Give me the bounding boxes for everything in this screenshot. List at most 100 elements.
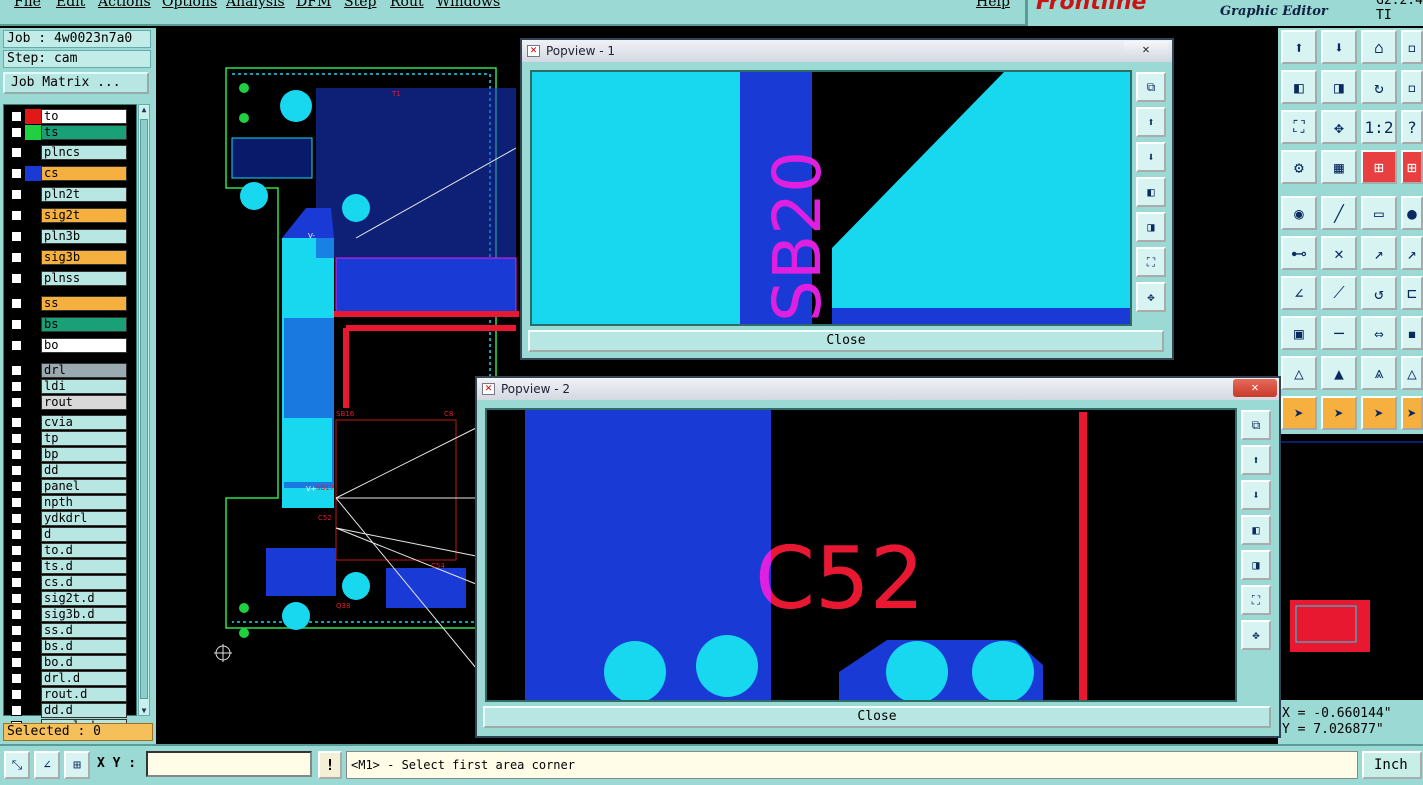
layer-row-bo-d[interactable]: bo.d xyxy=(7,655,127,670)
settings-icon[interactable]: ⚙ xyxy=(1281,150,1317,184)
layer-row-dd[interactable]: dd xyxy=(7,463,127,478)
layer-row-d[interactable]: d xyxy=(7,527,127,542)
menu-windows[interactable]: Windows xyxy=(436,0,500,10)
minus-icon[interactable]: ─ xyxy=(1321,316,1357,350)
layer-row-sig2t[interactable]: sig2t xyxy=(7,208,127,223)
popview-1-titlebar[interactable]: ✕ Popview - 1 xyxy=(522,40,1172,62)
layer-checkbox[interactable] xyxy=(11,465,22,476)
layer-checkbox[interactable] xyxy=(11,210,22,221)
units-button[interactable]: Inch xyxy=(1362,751,1422,779)
scroll-thumb[interactable] xyxy=(140,119,148,699)
angle-icon[interactable]: ∠ xyxy=(1281,276,1317,310)
layer-row-bs[interactable]: bs xyxy=(7,317,127,332)
layer-row-tp[interactable]: tp xyxy=(7,431,127,446)
home-icon[interactable]: ⌂ xyxy=(1361,30,1397,64)
rotate-icon[interactable]: ↺ xyxy=(1361,276,1397,310)
layer-row-to[interactable]: to xyxy=(7,109,127,124)
layer-row-ss[interactable]: ss xyxy=(7,296,127,311)
pv1-fit-icon[interactable]: ⛶ xyxy=(1136,247,1166,277)
layer-row-ts-d[interactable]: ts.d xyxy=(7,559,127,574)
grid-icon[interactable]: ▦ xyxy=(1321,150,1357,184)
slash-icon[interactable]: ⟋ xyxy=(1321,276,1357,310)
layer-checkbox[interactable] xyxy=(11,497,22,508)
popview-1-close-button[interactable]: Close xyxy=(528,330,1164,352)
popview-2-titlebar[interactable]: ✕ Popview - 2 xyxy=(477,378,1279,400)
pointer4-icon[interactable]: ➤ xyxy=(1401,396,1423,430)
triangle4-icon[interactable]: △ xyxy=(1401,356,1423,390)
job-matrix-button[interactable]: Job Matrix ... xyxy=(3,72,149,94)
layer-row-dd-d[interactable]: dd.d xyxy=(7,703,127,718)
layer-row-ydkdrl[interactable]: ydkdrl xyxy=(7,511,127,526)
layer-down-icon[interactable]: ⬇ xyxy=(1321,30,1357,64)
layer-checkbox[interactable] xyxy=(11,231,22,242)
layer-checkbox[interactable] xyxy=(11,381,22,392)
menu-rout[interactable]: Rout xyxy=(390,0,424,10)
layer-checkbox[interactable] xyxy=(11,529,22,540)
pv2-zoom-icon[interactable]: ✥ xyxy=(1241,620,1271,650)
zoom-in-icon[interactable]: ✥ xyxy=(1321,110,1357,144)
layer-checkbox[interactable] xyxy=(11,481,22,492)
pointer3-icon[interactable]: ➤ xyxy=(1361,396,1397,430)
scale-icon[interactable]: 1:2 xyxy=(1361,110,1397,144)
extra3-icon[interactable]: ▪ xyxy=(1401,316,1423,350)
menu-analysis[interactable]: Analysis xyxy=(226,0,285,10)
layer-checkbox[interactable] xyxy=(11,657,22,668)
pv1-left-icon[interactable]: ◧ xyxy=(1136,177,1166,207)
layer-row-sig3b[interactable]: sig3b xyxy=(7,250,127,265)
pv1-down-icon[interactable]: ⬇ xyxy=(1136,142,1166,172)
help-icon[interactable]: ? xyxy=(1401,110,1423,144)
zoom-area-icon[interactable]: ⤡ xyxy=(4,751,30,779)
layer-checkbox[interactable] xyxy=(11,545,22,556)
connect-icon[interactable]: ⊷ xyxy=(1281,236,1317,270)
pad-add-icon[interactable]: ▣ xyxy=(1281,316,1317,350)
layer-checkbox[interactable] xyxy=(11,433,22,444)
popview-2-close-button[interactable]: Close xyxy=(483,706,1271,728)
layer-row-panel[interactable]: panel xyxy=(7,479,127,494)
measure-angle-icon[interactable]: ∠ xyxy=(34,751,60,779)
layer-checkbox[interactable] xyxy=(11,252,22,263)
snap2-icon[interactable]: ⊞ xyxy=(1401,150,1423,184)
line-tool-icon[interactable]: ╱ xyxy=(1321,196,1357,230)
layer-checkbox[interactable] xyxy=(11,168,22,179)
popview-1-viewport[interactable]: SB20 xyxy=(530,70,1132,326)
pv2-left-icon[interactable]: ◧ xyxy=(1241,515,1271,545)
pv1-layer-icon[interactable]: ⧉ xyxy=(1136,72,1166,102)
layer-checkbox[interactable] xyxy=(11,577,22,588)
menu-edit[interactable]: Edit xyxy=(56,0,85,10)
pv2-right-icon[interactable]: ◨ xyxy=(1241,550,1271,580)
pv1-zoom-icon[interactable]: ✥ xyxy=(1136,282,1166,312)
layer-row-cs-d[interactable]: cs.d xyxy=(7,575,127,590)
layer-row-ss-d[interactable]: ss.d xyxy=(7,623,127,638)
layer-checkbox[interactable] xyxy=(11,689,22,700)
ruler-icon[interactable]: ▭ xyxy=(1361,196,1397,230)
layer-checkbox[interactable] xyxy=(11,111,22,122)
layer-row-rout-d[interactable]: rout.d xyxy=(7,687,127,702)
layer-up-icon[interactable]: ⬆ xyxy=(1281,30,1317,64)
move2-icon[interactable]: ↗ xyxy=(1401,236,1423,270)
layer-checkbox[interactable] xyxy=(11,273,22,284)
layer-checkbox[interactable] xyxy=(11,397,22,408)
pointer2-icon[interactable]: ➤ xyxy=(1321,396,1357,430)
scroll-up-icon[interactable]: ▲ xyxy=(139,105,149,114)
layer-color-swatch[interactable] xyxy=(25,125,41,140)
layer-list-scrollbar[interactable]: ▲ ▼ xyxy=(138,104,150,716)
layer-color-swatch[interactable] xyxy=(25,166,41,181)
layer-checkbox[interactable] xyxy=(11,298,22,309)
layer-checkbox[interactable] xyxy=(11,609,22,620)
layer-checkbox[interactable] xyxy=(11,417,22,428)
popview-1-close-icon[interactable]: ✕ xyxy=(1124,41,1168,59)
extra2-icon[interactable]: ▫ xyxy=(1401,70,1423,104)
layer-row-bo[interactable]: bo xyxy=(7,338,127,353)
layer-row-cs[interactable]: cs xyxy=(7,166,127,181)
move-icon[interactable]: ↗ xyxy=(1361,236,1397,270)
layer-checkbox[interactable] xyxy=(11,449,22,460)
zoom-fit-icon[interactable]: ⛶ xyxy=(1281,110,1317,144)
scroll-down-icon[interactable]: ▼ xyxy=(139,706,149,715)
layer-row-pln3b[interactable]: pln3b xyxy=(7,229,127,244)
layer-checkbox[interactable] xyxy=(11,673,22,684)
extra-icon[interactable]: ▫ xyxy=(1401,30,1423,64)
triangle3-icon[interactable]: ⩓ xyxy=(1361,356,1397,390)
layer-checkbox[interactable] xyxy=(11,365,22,376)
pv1-up-icon[interactable]: ⬆ xyxy=(1136,107,1166,137)
triangle-icon[interactable]: △ xyxy=(1281,356,1317,390)
